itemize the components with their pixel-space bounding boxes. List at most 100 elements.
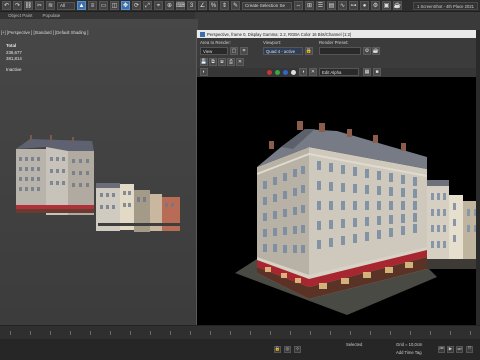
user-info: 1 ScreenShot - 4th Place 2021 bbox=[416, 3, 474, 9]
timeline[interactable] bbox=[0, 325, 480, 339]
swatch-icon[interactable]: ■ bbox=[373, 68, 381, 76]
absolute-mode-icon[interactable]: ⊹ bbox=[294, 346, 301, 353]
viewport-select[interactable]: Quad 4 - active bbox=[263, 47, 303, 55]
selected-label[interactable]: Selected bbox=[346, 342, 362, 347]
timeline-tick bbox=[190, 331, 191, 335]
named-selection-set-select[interactable]: Create Selection Se bbox=[242, 1, 292, 10]
timeline-tick bbox=[90, 331, 91, 335]
render-window-titlebar: Perspective, frame 0, Display Gamma: 2.2… bbox=[197, 30, 480, 38]
timeline-tick bbox=[230, 331, 231, 335]
timeline-tick bbox=[470, 331, 471, 335]
timeline-tick bbox=[290, 331, 291, 335]
clear-channel-icon[interactable]: ✕ bbox=[309, 68, 317, 76]
stats-verts: 381,814 bbox=[6, 56, 22, 61]
object-paint-tab[interactable]: Object Paint bbox=[8, 13, 33, 18]
render-setup-icon[interactable]: ⚙ bbox=[371, 1, 380, 10]
bind-space-warp-icon[interactable]: ≋ bbox=[46, 1, 55, 10]
blue-channel-toggle[interactable] bbox=[283, 70, 288, 75]
isolate-icon[interactable]: ◎ bbox=[284, 346, 291, 353]
timeline-tick bbox=[410, 331, 411, 335]
clone-window-icon[interactable]: ⧈ bbox=[218, 58, 226, 66]
red-channel-toggle[interactable] bbox=[267, 70, 272, 75]
go-to-start-icon[interactable]: ⏮ bbox=[438, 346, 445, 353]
timeline-tick bbox=[450, 331, 451, 335]
toggle-ui-icon[interactable]: ▦ bbox=[363, 68, 371, 76]
undo-icon[interactable]: ↶ bbox=[2, 1, 11, 10]
timeline-tick bbox=[30, 331, 31, 335]
window-crossing-icon[interactable]: ◫ bbox=[110, 1, 119, 10]
select-place-icon[interactable]: ⌖ bbox=[154, 1, 163, 10]
toggle-ribbon-icon[interactable]: ▤ bbox=[327, 1, 336, 10]
alpha-channel-toggle[interactable] bbox=[291, 70, 296, 75]
select-scale-icon[interactable]: ⤢ bbox=[143, 1, 152, 10]
monochrome-icon[interactable]: ◑ bbox=[299, 68, 307, 76]
command-panel-edge[interactable] bbox=[476, 30, 480, 325]
viewport-label[interactable]: [+] [Perspective ] [Standard ] [Default … bbox=[0, 30, 195, 36]
material-editor-icon[interactable]: ● bbox=[360, 1, 369, 10]
curve-editor-icon[interactable]: ∿ bbox=[338, 1, 347, 10]
area-to-render-select[interactable]: View bbox=[200, 47, 228, 55]
play-icon[interactable]: ▶ bbox=[447, 346, 454, 353]
render-window-icon bbox=[200, 31, 205, 37]
select-rotate-icon[interactable]: ⟳ bbox=[132, 1, 141, 10]
selection-lock-icon[interactable]: 🔒 bbox=[274, 346, 281, 353]
percent-snap-icon[interactable]: % bbox=[209, 1, 218, 10]
render-setup-button-icon[interactable]: ⚙ bbox=[363, 47, 371, 55]
render-production-icon[interactable]: ☕ bbox=[393, 1, 402, 10]
mirror-icon[interactable]: ⇔ bbox=[294, 1, 303, 10]
pivot-center-icon[interactable]: ⊕ bbox=[165, 1, 174, 10]
spinner-snap-icon[interactable]: ⇕ bbox=[220, 1, 229, 10]
timeline-tick bbox=[110, 331, 111, 335]
redo-icon[interactable]: ↷ bbox=[13, 1, 22, 10]
clear-image-icon[interactable]: ✕ bbox=[236, 58, 244, 66]
schematic-view-icon[interactable]: ⊶ bbox=[349, 1, 358, 10]
auto-region-icon[interactable]: ⌗ bbox=[240, 47, 248, 55]
timeline-tick bbox=[170, 331, 171, 335]
copy-image-icon[interactable]: ⧉ bbox=[209, 58, 217, 66]
corner-building-render bbox=[257, 121, 427, 299]
edit-named-selection-icon[interactable]: ✎ bbox=[231, 1, 240, 10]
area-to-render-label: Area to Render: bbox=[200, 40, 231, 45]
viewport-scene bbox=[0, 19, 198, 325]
render-button-icon[interactable]: ☕ bbox=[372, 47, 380, 55]
perspective-viewport[interactable] bbox=[0, 19, 198, 325]
print-image-icon[interactable]: ⎙ bbox=[227, 58, 235, 66]
select-by-name-icon[interactable]: ≡ bbox=[88, 1, 97, 10]
channel-toolbar: ◐ ◑ ✕ Edit Alpha ▦ ■ bbox=[197, 68, 480, 77]
go-to-end-icon[interactable]: ⏭ bbox=[456, 346, 463, 353]
timeline-tick bbox=[370, 331, 371, 335]
channel-display-select[interactable]: Edit Alpha bbox=[319, 68, 359, 76]
save-image-icon[interactable]: 💾 bbox=[200, 58, 208, 66]
unlink-icon[interactable]: ✂ bbox=[35, 1, 44, 10]
select-move-icon[interactable]: ✥ bbox=[121, 1, 130, 10]
lock-viewport-icon[interactable]: 🔒 bbox=[305, 47, 313, 55]
user-account-area[interactable]: 1 ScreenShot - 4th Place 2021 bbox=[412, 2, 478, 10]
render-frame-window-icon[interactable]: ▣ bbox=[382, 1, 391, 10]
rendered-image-canvas[interactable] bbox=[197, 77, 480, 325]
add-time-tag[interactable]: Add Time Tag bbox=[396, 350, 422, 355]
render-window-title: Perspective, frame 0, Display Gamma: 2.2… bbox=[207, 31, 352, 37]
grid-readout: Grid = 10,0cm bbox=[396, 342, 423, 347]
selection-filter-select[interactable]: All bbox=[57, 1, 75, 10]
keyboard-shortcut-icon[interactable]: ⌨ bbox=[176, 1, 185, 10]
render-preset-label: Render Preset: bbox=[319, 40, 349, 45]
render-preset-select[interactable] bbox=[319, 47, 361, 55]
timeline-tick bbox=[430, 331, 431, 335]
populate-tab[interactable]: Populate bbox=[43, 13, 61, 18]
select-object-icon[interactable]: ▲ bbox=[77, 1, 86, 10]
viewport-select-label: Viewport: bbox=[263, 40, 282, 45]
rect-selection-icon[interactable]: ▭ bbox=[99, 1, 108, 10]
green-channel-toggle[interactable] bbox=[275, 70, 280, 75]
zoom-extents-icon[interactable]: ⤧ bbox=[466, 346, 473, 353]
edit-region-icon[interactable]: ▢ bbox=[230, 47, 238, 55]
align-icon[interactable]: ⊞ bbox=[305, 1, 314, 10]
timeline-tick bbox=[70, 331, 71, 335]
area-to-render-value: View bbox=[203, 48, 213, 54]
layer-explorer-icon[interactable]: ☰ bbox=[316, 1, 325, 10]
snaps-toggle-icon[interactable]: 3 bbox=[187, 1, 196, 10]
timeline-tick bbox=[210, 331, 211, 335]
timeline-tick bbox=[350, 331, 351, 335]
angle-snap-icon[interactable]: ∠ bbox=[198, 1, 207, 10]
link-icon[interactable]: ⛓ bbox=[24, 1, 33, 10]
display-enable-icon[interactable]: ◐ bbox=[200, 68, 208, 76]
